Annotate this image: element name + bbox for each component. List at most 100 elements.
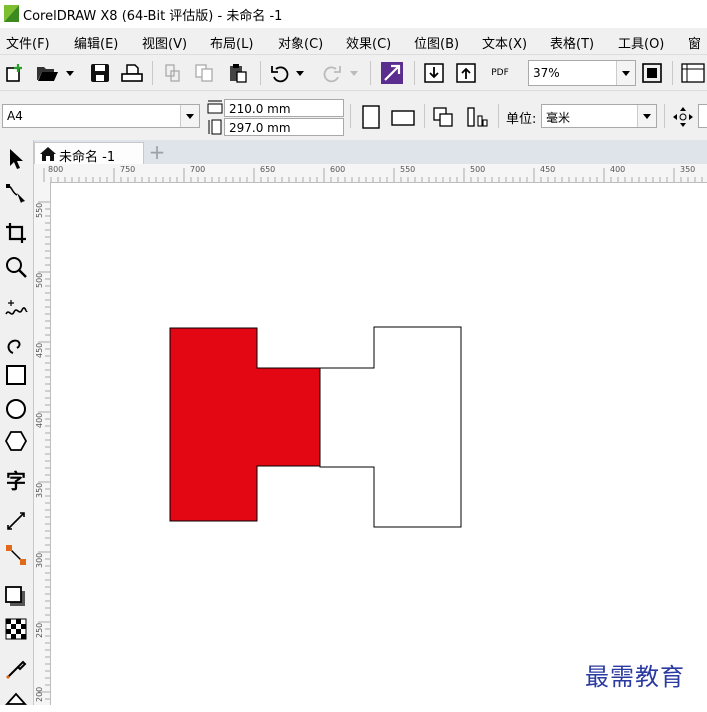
zoom-level-combo[interactable]: 37% (528, 60, 636, 86)
artistic-media-tool-icon[interactable] (3, 330, 29, 356)
menu-window[interactable]: 窗 (688, 33, 701, 52)
toolbox: 字 (0, 140, 34, 705)
watermark-text: 最需教育 (585, 663, 685, 691)
all-pages-icon[interactable] (430, 104, 456, 130)
toolbar-separator (152, 61, 153, 85)
polygon-tool-icon[interactable] (3, 428, 29, 454)
ruler-label: 500 (35, 272, 44, 288)
cut-icon[interactable] (160, 61, 184, 85)
page-height-field[interactable]: 297.0 mm (224, 118, 344, 136)
document-tab[interactable]: 未命名 -1 (34, 142, 144, 165)
red-filled-shape[interactable] (169, 327, 321, 522)
page-size-value: A4 (7, 109, 23, 123)
transparency-tool-icon[interactable] (3, 616, 29, 642)
ruler-label: 600 (330, 165, 346, 174)
open-dropdown-chevron-icon[interactable] (64, 65, 76, 81)
crop-tool-icon[interactable] (3, 220, 29, 246)
portrait-orientation-icon[interactable] (358, 104, 384, 130)
current-page-icon[interactable] (464, 104, 490, 130)
zoom-dropdown-chevron-icon[interactable] (616, 61, 635, 85)
ruler-label: 250 (35, 622, 44, 638)
ruler-label: 400 (35, 412, 44, 428)
pick-tool-icon[interactable] (3, 146, 29, 172)
redo-icon[interactable] (320, 61, 344, 85)
show-rulers-icon[interactable] (680, 61, 706, 85)
open-folder-icon[interactable] (34, 61, 60, 85)
page-width-field[interactable]: 210.0 mm (224, 99, 344, 117)
ruler-label: 450 (540, 165, 556, 174)
undo-dropdown-chevron-icon[interactable] (294, 65, 306, 81)
paste-icon[interactable] (226, 61, 250, 85)
units-label: 单位: (506, 112, 537, 127)
menu-text[interactable]: 文本(X) (482, 33, 527, 52)
ruler-label: 200 (35, 686, 44, 702)
text-tool-icon[interactable]: 字 (3, 468, 29, 494)
page-size-dropdown-chevron-icon[interactable] (180, 105, 199, 127)
redo-dropdown-chevron-icon[interactable] (348, 65, 360, 81)
connector-tool-icon[interactable] (3, 542, 29, 568)
menu-edit[interactable]: 编辑(E) (74, 33, 118, 52)
ellipse-tool-icon[interactable] (3, 396, 29, 422)
horizontal-ruler[interactable]: 800 750 700 650 600 550 500 450 400 350 (34, 164, 707, 183)
nudge-distance-field[interactable] (698, 104, 707, 128)
drop-shadow-tool-icon[interactable] (3, 584, 29, 610)
menu-object[interactable]: 对象(C) (278, 33, 323, 52)
ruler-label: 700 (190, 165, 206, 174)
ruler-label: 500 (470, 165, 486, 174)
menu-tools[interactable]: 工具(O) (618, 33, 664, 52)
search-content-icon[interactable] (380, 61, 404, 85)
menu-file[interactable]: 文件(F) (6, 33, 50, 52)
copy-icon[interactable] (192, 61, 216, 85)
page-size-combo[interactable]: A4 (2, 104, 200, 128)
ruler-label: 750 (120, 165, 136, 174)
toolbar-separator (424, 104, 425, 128)
ruler-label: 300 (35, 552, 44, 568)
shape-tool-icon[interactable] (3, 180, 29, 206)
save-icon[interactable] (88, 61, 112, 85)
interactive-fill-tool-icon[interactable] (3, 686, 29, 712)
menu-table[interactable]: 表格(T) (550, 33, 594, 52)
menu-view[interactable]: 视图(V) (142, 33, 187, 52)
menu-bitmaps[interactable]: 位图(B) (414, 33, 459, 52)
page-width-icon (206, 98, 224, 116)
white-outline-shape[interactable] (319, 326, 462, 528)
page-height-value: 297.0 mm (229, 121, 291, 135)
eyedropper-tool-icon[interactable] (3, 656, 29, 682)
nudge-distance-icon[interactable] (670, 104, 696, 130)
toolbar-separator (498, 104, 499, 128)
rectangle-tool-icon[interactable] (3, 362, 29, 388)
document-tab-label: 未命名 -1 (59, 150, 116, 165)
full-screen-preview-icon[interactable] (640, 61, 664, 85)
toolbar-separator (414, 61, 415, 85)
units-dropdown-chevron-icon[interactable] (637, 105, 656, 127)
vertical-ruler[interactable]: 550 500 450 400 350 300 250 200 (34, 182, 51, 705)
standard-toolbar: PDF 37% (0, 54, 707, 91)
menu-bar: 文件(F) 编辑(E) 视图(V) 布局(L) 对象(C) 效果(C) 位图(B… (0, 28, 707, 54)
toolbar-separator (664, 104, 665, 128)
units-value: 毫米 (546, 111, 571, 125)
drawing-canvas[interactable] (51, 183, 707, 705)
print-icon[interactable] (120, 61, 144, 85)
menu-effects[interactable]: 效果(C) (346, 33, 391, 52)
canvas-drawing (169, 326, 462, 528)
freehand-tool-icon[interactable] (3, 296, 29, 322)
ruler-label: 450 (35, 342, 44, 358)
units-combo[interactable]: 毫米 (541, 104, 657, 128)
parallel-dimension-tool-icon[interactable] (3, 508, 29, 534)
publish-to-pdf-icon[interactable]: PDF (486, 59, 514, 87)
toolbar-separator (350, 104, 351, 128)
toolbar-separator (260, 61, 261, 85)
ruler-label: 650 (260, 165, 276, 174)
export-icon[interactable] (454, 61, 478, 85)
ruler-label: 550 (400, 165, 416, 174)
ruler-label: 350 (680, 165, 696, 174)
menu-layout[interactable]: 布局(L) (210, 33, 253, 52)
zoom-tool-icon[interactable] (3, 254, 29, 280)
undo-icon[interactable] (268, 61, 292, 85)
new-tab-plus-icon[interactable]: + (146, 142, 168, 164)
ruler-label: 350 (35, 482, 44, 498)
window-title: CorelDRAW X8 (64-Bit 评估版) - 未命名 -1 (23, 9, 283, 24)
import-icon[interactable] (422, 61, 446, 85)
new-document-icon[interactable] (4, 61, 26, 85)
landscape-orientation-icon[interactable] (390, 104, 416, 130)
